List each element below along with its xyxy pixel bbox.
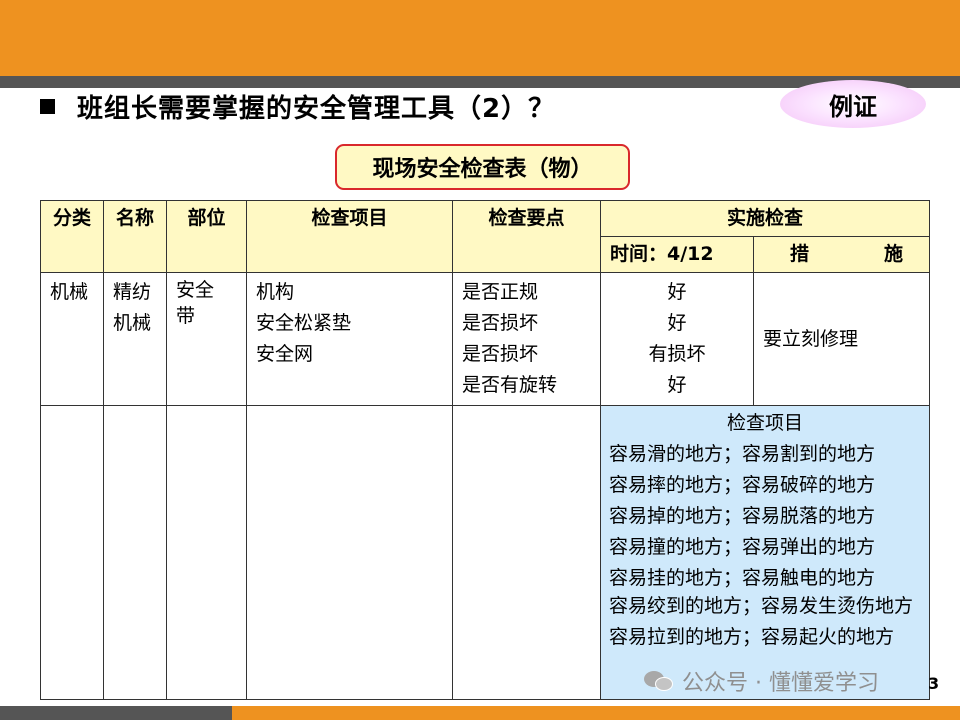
cell-part-line-2: 带 <box>176 305 196 327</box>
cell-part: 安全 带 <box>166 272 247 406</box>
example-badge: 例证 <box>780 80 926 128</box>
note-line: 容易拉到的地方；容易起火的地方 <box>609 626 895 648</box>
header-category: 分类 <box>40 200 104 273</box>
header-name: 名称 <box>103 200 167 273</box>
cell-points-line-3: 是否损坏 <box>462 343 539 365</box>
header-items: 检查项目 <box>246 200 453 273</box>
cell-result-4: 好 <box>667 374 687 396</box>
note-line: 容易挂的地方；容易触电的地方 <box>609 567 876 589</box>
note-line: 容易绞到的地方；容易发生烫伤地方 <box>609 595 914 617</box>
header-row-1: 分类 名称 部位 检查项目 检查要点 实施检查 <box>40 200 931 273</box>
empty-cell <box>452 405 601 700</box>
cell-items-line-3: 安全网 <box>256 343 314 365</box>
cell-items-line-2: 安全松紧垫 <box>256 312 352 334</box>
empty-row: 检查项目 容易滑的地方；容易割到的地方 容易摔的地方；容易破碎的地方 容易掉的地… <box>40 405 931 700</box>
note-heading: 检查项目 <box>727 412 804 434</box>
cell-measure: 要立刻修理 <box>752 272 931 406</box>
empty-cell <box>166 405 247 700</box>
cell-name-line-2: 机械 <box>113 312 152 334</box>
cell-items: 机构 安全松紧垫 安全网 <box>246 272 453 406</box>
cell-part-line-1: 安全 <box>176 279 215 301</box>
cell-result-2: 好 <box>667 312 687 334</box>
note-line: 容易撞的地方；容易弹出的地方 <box>609 536 876 558</box>
header-measure-char-1: 措 <box>790 243 810 265</box>
cell-name: 精纺 机械 <box>103 272 167 406</box>
bottom-stripe-dark <box>0 706 232 720</box>
watermark-text: 公众号 · 懂懂爱学习 <box>682 671 879 696</box>
cell-category: 机械 <box>40 272 104 406</box>
top-banner <box>0 0 960 76</box>
title-row: 班组长需要掌握的安全管理工具（2）？ <box>40 88 555 124</box>
watermark: 公众号 · 懂懂爱学习 <box>644 664 879 698</box>
note-line: 容易掉的地方；容易脱落的地方 <box>609 505 876 527</box>
page-number: 3 <box>928 674 940 693</box>
note-line: 容易摔的地方；容易破碎的地方 <box>609 474 876 496</box>
header-measure-char-2: 施 <box>884 243 904 265</box>
cell-results: 好 好 有损坏 好 <box>600 272 754 406</box>
table-subtitle: 现场安全检查表（物） <box>335 144 630 190</box>
bottom-stripe-orange <box>232 706 960 720</box>
empty-cell <box>40 405 104 700</box>
cell-points-line-1: 是否正规 <box>462 281 539 303</box>
note-line: 容易滑的地方；容易割到的地方 <box>609 443 876 465</box>
cell-result-1: 好 <box>667 281 687 303</box>
cell-result-3: 有损坏 <box>648 343 706 365</box>
square-bullet-icon <box>40 98 55 114</box>
check-items-note: 检查项目 容易滑的地方；容易割到的地方 容易摔的地方；容易破碎的地方 容易掉的地… <box>599 405 931 700</box>
header-implementation: 实施检查 <box>599 200 931 237</box>
inspection-table: 分类 名称 部位 检查项目 检查要点 实施检查 时间：4/12 措 施 机械 精… <box>40 200 931 700</box>
cell-points-line-2: 是否损坏 <box>462 312 539 334</box>
header-measure: 措 施 <box>752 236 931 273</box>
header-time: 时间：4/12 <box>600 236 754 273</box>
empty-cell <box>103 405 167 700</box>
cell-points-line-4: 是否有旋转 <box>462 374 558 396</box>
cell-points: 是否正规 是否损坏 是否损坏 是否有旋转 <box>452 272 601 406</box>
header-part: 部位 <box>166 200 247 273</box>
empty-cell <box>246 405 453 700</box>
page-title: 班组长需要掌握的安全管理工具（2）？ <box>77 93 556 124</box>
cell-name-line-1: 精纺 <box>113 281 152 303</box>
cell-items-line-1: 机构 <box>256 281 295 303</box>
header-points: 检查要点 <box>452 200 601 273</box>
wechat-icon <box>644 669 674 693</box>
data-row: 机械 精纺 机械 安全 带 机构 安全松紧垫 安全网 是否正规 是否损坏 是否损… <box>40 272 931 406</box>
